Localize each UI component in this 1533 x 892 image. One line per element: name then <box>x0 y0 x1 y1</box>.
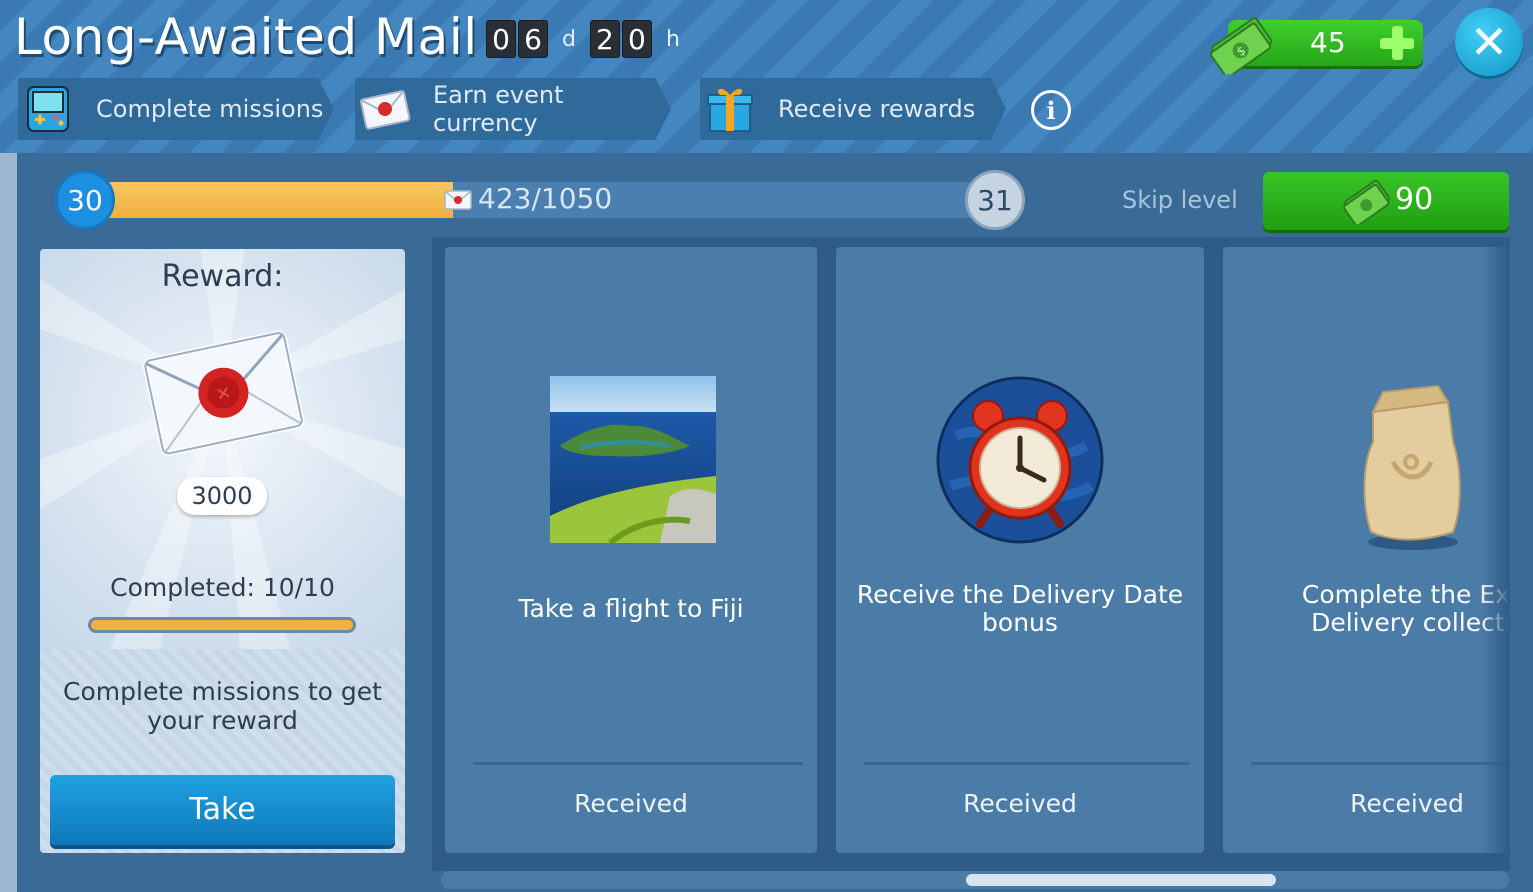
mission-divider <box>1251 762 1510 765</box>
mission-status: Received <box>963 789 1077 818</box>
step-earn-currency: Earn event currency <box>355 78 671 140</box>
timer-digit: 0 <box>621 20 652 58</box>
alarm-clock-icon <box>936 376 1104 544</box>
mission-status: Received <box>1350 789 1464 818</box>
mission-title: Complete the Expr Delivery collectio <box>1301 580 1510 637</box>
skip-level-label: Skip level <box>1122 186 1238 214</box>
skip-cost: 90 <box>1395 182 1434 217</box>
horizontal-scrollbar[interactable] <box>441 871 1509 889</box>
step-label: Earn event currency <box>433 81 564 137</box>
completed-text: Completed: 10/10 <box>110 573 335 602</box>
progress-fill <box>82 182 453 218</box>
reward-title: Reward: <box>161 259 284 294</box>
skip-level-button[interactable]: 90 <box>1263 172 1509 230</box>
mission-status: Received <box>574 789 688 818</box>
step-complete-missions: Complete missions <box>18 78 334 140</box>
mission-divider <box>864 762 1190 765</box>
info-icon[interactable]: i <box>1031 90 1071 130</box>
mail-sack-icon <box>1363 384 1461 550</box>
handheld-console-icon <box>27 86 69 132</box>
plus-icon[interactable] <box>1380 26 1414 60</box>
cash-icon: $ <box>1210 17 1273 74</box>
timer-unit-hours: h <box>665 26 680 52</box>
currency-value: 45 <box>1310 26 1346 59</box>
step-label: Complete missions <box>96 95 324 123</box>
header: Long-Awaited Mail 0 6 d 2 0 h 45 $ ✕ Com… <box>0 0 1533 153</box>
gift-icon <box>707 88 753 132</box>
mission-title: Take a flight to Fiji <box>518 594 744 623</box>
envelope-icon <box>444 190 472 210</box>
completed-progress-fill <box>91 620 353 630</box>
timer-unit-days: d <box>562 26 576 52</box>
reward-card: Reward: ✕ 3000 Completed: 10/10 Complete… <box>40 249 405 853</box>
mission-title: Receive the Delivery Date bonus <box>856 580 1184 637</box>
take-button[interactable]: Take <box>50 775 395 845</box>
completed-progress-bar <box>88 617 356 633</box>
envelope-icon: ✕ <box>142 330 305 456</box>
page-title: Long-Awaited Mail <box>14 8 478 66</box>
reward-hint: Complete missions to get your reward <box>63 677 382 735</box>
level-progress: 30 31 423/1050 Skip level 90 <box>52 170 1512 234</box>
close-icon: ✕ <box>1469 15 1509 69</box>
mission-card: Complete the Expr Delivery collectio Rec… <box>1223 247 1510 853</box>
left-edge-strip <box>0 153 17 892</box>
scrollbar-thumb[interactable] <box>966 874 1276 886</box>
mission-card: Take a flight to Fiji Received <box>445 247 817 853</box>
next-level-badge: 31 <box>965 170 1025 230</box>
scroll-fade <box>1480 237 1510 871</box>
step-receive-rewards: Receive rewards <box>700 78 1006 140</box>
island-photo <box>550 376 716 543</box>
mission-divider <box>473 762 803 765</box>
timer-digit: 2 <box>589 20 620 58</box>
event-timer: 0 6 d 2 0 h <box>486 20 694 58</box>
current-level-badge: 30 <box>55 170 115 230</box>
envelope-icon <box>360 90 411 130</box>
progress-text: 423/1050 <box>478 182 613 215</box>
mission-card: Receive the Delivery Date bonus Received <box>836 247 1204 853</box>
timer-digit: 6 <box>518 20 548 58</box>
step-label: Receive rewards <box>778 95 976 123</box>
close-button[interactable]: ✕ <box>1455 8 1523 76</box>
reward-count-badge: 3000 <box>177 477 267 515</box>
missions-panel: Take a flight to Fiji Received Receive t… <box>432 237 1510 871</box>
cash-icon <box>1343 179 1391 224</box>
timer-digit: 0 <box>486 20 516 58</box>
